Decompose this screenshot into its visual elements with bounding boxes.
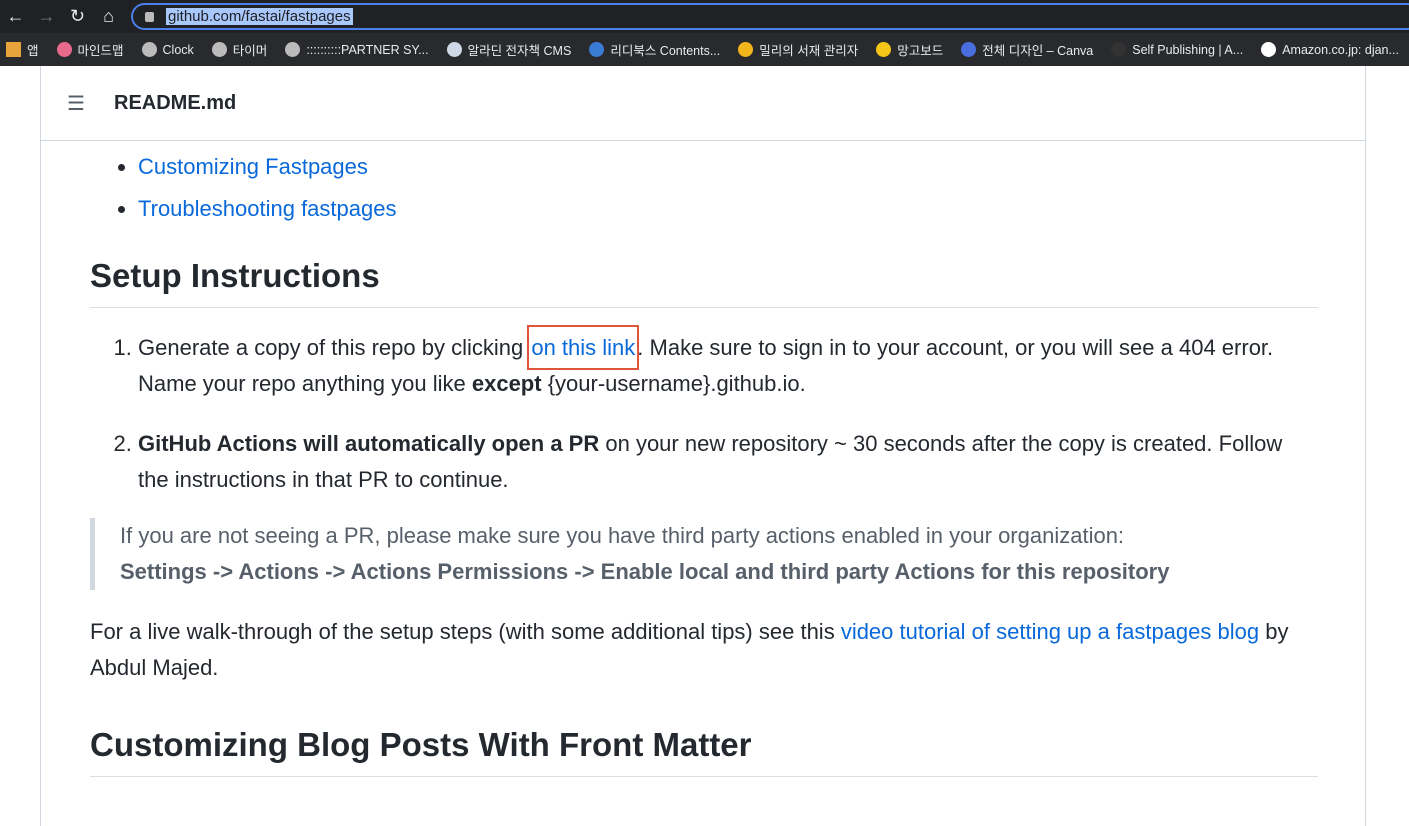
walkthrough-paragraph: For a live walk-through of the setup ste… [90, 614, 1318, 686]
heading-setup-instructions: Setup Instructions [90, 257, 1318, 308]
forward-button[interactable]: → [31, 6, 62, 27]
text: {your-username}.github.io. [541, 371, 806, 396]
bookmark-label: 망고보드 [897, 44, 944, 58]
bookmark-label: Clock [162, 42, 194, 57]
bookmark-item[interactable]: 마인드맵 [56, 40, 124, 59]
bookmark-item[interactable]: 전체 디자인 – Canva [961, 40, 1093, 59]
bookmark-label: 알라딘 전자책 CMS [467, 44, 572, 58]
bookmark-item[interactable]: 타이머 [211, 40, 268, 59]
toc-list: Customizing Fastpages Troubleshooting fa… [138, 147, 1318, 231]
note-blockquote: If you are not seeing a PR, please make … [90, 518, 1318, 590]
toc-link[interactable]: Customizing Fastpages [138, 154, 368, 179]
bookmark-label: 타이머 [232, 44, 268, 58]
text: For a live walk-through of the setup ste… [90, 619, 841, 644]
bookmark-label: Amazon.co.jp: djan... [1282, 42, 1399, 57]
browser-toolbar: ← → ↻ ⌂ github.com/fastai/fastpages [0, 0, 1409, 33]
bookmark-favicon-icon [589, 42, 605, 57]
home-button[interactable]: ⌂ [93, 6, 124, 27]
text-bold: Settings -> Actions -> Actions Permissio… [120, 559, 1170, 584]
bookmark-label: 앱 [27, 44, 39, 58]
bookmark-item[interactable]: Self Publishing | A... [1111, 42, 1243, 57]
text-bold: except [471, 371, 542, 396]
lock-icon [145, 11, 154, 22]
bookmark-item[interactable]: Clock [141, 42, 194, 57]
bookmark-favicon-icon [141, 42, 157, 57]
bookmark-item[interactable]: 알라딘 전자책 CMS [446, 40, 572, 59]
bookmark-label: 전체 디자인 – Canva [982, 44, 1094, 58]
bookmark-favicon-icon [285, 42, 301, 57]
repo-template-link[interactable]: on this link [527, 325, 640, 370]
bookmark-favicon-icon [961, 42, 977, 57]
bookmark-item[interactable]: ::::::::::PARTNER SY... [285, 42, 429, 57]
bookmark-favicon-icon [738, 42, 754, 57]
toc-link[interactable]: Troubleshooting fastpages [138, 196, 396, 221]
step-2: GitHub Actions will automatically open a… [138, 426, 1318, 498]
readme-body: Customizing Fastpages Troubleshooting fa… [90, 141, 1318, 777]
url-text[interactable]: github.com/fastai/fastpages [166, 8, 353, 25]
readme-card: ☰ README.md Customizing Fastpages Troubl… [40, 66, 1366, 826]
bookmark-label: 마인드맵 [77, 44, 124, 58]
bookmark-favicon-icon [446, 42, 462, 57]
text-bold: GitHub Actions will automatically open a… [138, 431, 600, 456]
setup-steps: Generate a copy of this repo by clicking… [138, 325, 1318, 498]
bookmark-favicon-icon [1261, 42, 1277, 57]
bookmark-item[interactable]: 밀리의 서재 관리자 [738, 40, 858, 59]
heading-customizing-front-matter: Customizing Blog Posts With Front Matter [90, 726, 1318, 777]
bookmark-favicon-icon [56, 42, 72, 57]
video-tutorial-link[interactable]: video tutorial of setting up a fastpages… [841, 619, 1259, 644]
address-bar[interactable]: github.com/fastai/fastpages [131, 3, 1409, 30]
bookmark-label: ::::::::::PARTNER SY... [306, 42, 429, 57]
bookmark-favicon-icon [1111, 42, 1127, 57]
table-of-contents-icon[interactable]: ☰ [67, 91, 87, 116]
text: Generate a copy of this repo by clicking [138, 335, 530, 360]
bookmark-favicon-icon [211, 42, 227, 57]
bookmark-label: 밀리의 서재 관리자 [759, 44, 859, 58]
step-1: Generate a copy of this repo by clicking… [138, 325, 1318, 402]
readme-header: ☰ README.md [41, 66, 1365, 141]
text: If you are not seeing a PR, please make … [120, 523, 1125, 548]
bookmark-item[interactable]: 망고보드 [876, 40, 943, 59]
bookmark-item[interactable]: Amazon.co.jp: djan... [1261, 42, 1399, 57]
back-button[interactable]: ← [0, 6, 31, 27]
readme-filename: README.md [114, 91, 237, 114]
bookmark-label: Self Publishing | A... [1132, 42, 1244, 57]
bookmarks-bar: 앱 마인드맵 Clock 타이머::::::::::PARTNER SY... 알라딘 … [0, 33, 1409, 66]
bookmark-item[interactable]: 리디북스 Contents... [589, 40, 720, 59]
bookmark-label: 리디북스 Contents... [610, 44, 721, 58]
bookmark-favicon-icon [876, 42, 892, 57]
apps-grid-icon [6, 42, 21, 57]
reload-button[interactable]: ↻ [62, 6, 93, 27]
bookmark-item[interactable]: 앱 [6, 40, 39, 59]
